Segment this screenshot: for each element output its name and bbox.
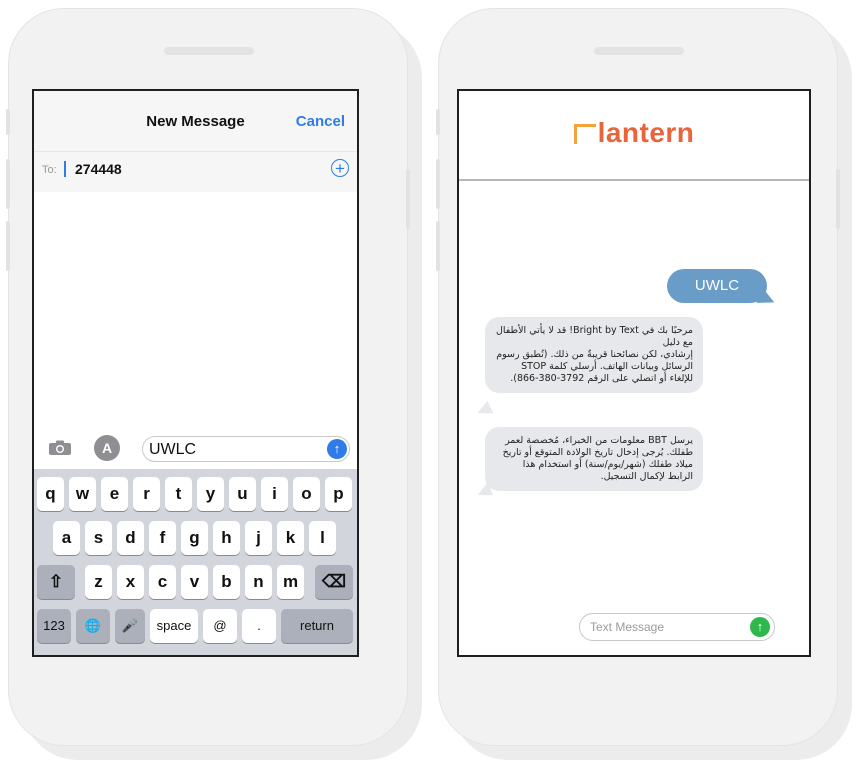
left-screen: New Message Cancel To: 274448 + A UWLC ↑ xyxy=(32,89,359,657)
cancel-button[interactable]: Cancel xyxy=(296,113,345,130)
key-q[interactable]: q xyxy=(37,477,64,511)
at-key[interactable]: @ xyxy=(203,609,237,643)
key-t[interactable]: t xyxy=(165,477,192,511)
lantern-logo: lantern xyxy=(459,117,809,149)
volume-down-button xyxy=(6,221,10,271)
send-arrow-icon[interactable]: ↑ xyxy=(750,617,770,637)
key-f[interactable]: f xyxy=(149,521,176,555)
received-bubble-tail xyxy=(474,400,494,420)
message-line: يرسل BBT معلومات من الخبراء، مُخصصة لعمر… xyxy=(502,435,693,482)
period-key[interactable]: . xyxy=(242,609,276,643)
key-h[interactable]: h xyxy=(213,521,240,555)
mute-switch xyxy=(436,109,440,135)
power-button xyxy=(836,169,840,229)
key-v[interactable]: v xyxy=(181,565,208,599)
numbers-key[interactable]: 123 xyxy=(37,609,71,643)
composer-placeholder: Text Message xyxy=(590,620,665,634)
app-store-icon[interactable]: A xyxy=(94,435,120,461)
key-g[interactable]: g xyxy=(181,521,208,555)
recipient-row[interactable]: To: 274448 + xyxy=(34,151,357,192)
key-w[interactable]: w xyxy=(69,477,96,511)
navigation-bar: New Message Cancel xyxy=(34,91,357,151)
message-input[interactable]: UWLC ↑ xyxy=(142,436,350,462)
speaker-grille xyxy=(164,47,254,55)
camera-icon[interactable] xyxy=(48,440,72,456)
volume-down-button xyxy=(436,221,440,271)
text-cursor xyxy=(64,161,66,177)
sent-message-bubble: UWLC xyxy=(667,269,767,303)
lantern-logo-mark-icon xyxy=(573,124,596,144)
key-u[interactable]: u xyxy=(229,477,256,511)
recipient-field[interactable]: 274448 xyxy=(75,161,122,177)
key-s[interactable]: s xyxy=(85,521,112,555)
keyboard: q w e r t y u i o p a s d f g h j k l ⇧ … xyxy=(34,469,357,655)
key-a[interactable]: a xyxy=(53,521,80,555)
key-k[interactable]: k xyxy=(277,521,304,555)
microphone-icon[interactable]: 🎤 xyxy=(115,609,145,643)
app-header: lantern xyxy=(459,91,809,181)
space-key[interactable]: space xyxy=(150,609,198,643)
speaker-grille xyxy=(594,47,684,55)
key-y[interactable]: y xyxy=(197,477,224,511)
volume-up-button xyxy=(6,159,10,209)
add-contact-icon[interactable]: + xyxy=(331,159,349,177)
key-b[interactable]: b xyxy=(213,565,240,599)
right-phone: lantern UWLC مرحبًا بك في Bright by Text… xyxy=(436,8,840,746)
left-phone: New Message Cancel To: 274448 + A UWLC ↑ xyxy=(6,8,410,746)
shift-key[interactable]: ⇧ xyxy=(37,565,75,599)
key-e[interactable]: e xyxy=(101,477,128,511)
key-r[interactable]: r xyxy=(133,477,160,511)
message-input-row: A UWLC ↑ xyxy=(34,435,357,463)
message-line: إرشادي، لكن نصائحنا قريبةٌ من ذلك. (تُطب… xyxy=(496,349,693,384)
globe-icon[interactable]: 🌐 xyxy=(76,609,110,643)
key-m[interactable]: m xyxy=(277,565,304,599)
message-line: مرحبًا بك في Bright by Text! قد لا يأتي … xyxy=(495,325,693,348)
mute-switch xyxy=(6,109,10,135)
volume-up-button xyxy=(436,159,440,209)
key-x[interactable]: x xyxy=(117,565,144,599)
received-message-bubble: مرحبًا بك في Bright by Text! قد لا يأتي … xyxy=(485,317,703,393)
key-z[interactable]: z xyxy=(85,565,112,599)
key-p[interactable]: p xyxy=(325,477,352,511)
send-arrow-icon[interactable]: ↑ xyxy=(327,439,347,459)
key-o[interactable]: o xyxy=(293,477,320,511)
text-message-input[interactable]: Text Message ↑ xyxy=(579,613,775,641)
key-j[interactable]: j xyxy=(245,521,272,555)
delete-key[interactable]: ⌫ xyxy=(315,565,353,599)
logo-text: lantern xyxy=(597,117,695,148)
to-label: To: xyxy=(42,164,57,176)
key-d[interactable]: d xyxy=(117,521,144,555)
right-screen: lantern UWLC مرحبًا بك في Bright by Text… xyxy=(457,89,811,657)
key-c[interactable]: c xyxy=(149,565,176,599)
key-i[interactable]: i xyxy=(261,477,288,511)
power-button xyxy=(406,169,410,229)
key-l[interactable]: l xyxy=(309,521,336,555)
received-message-bubble: يرسل BBT معلومات من الخبراء، مُخصصة لعمر… xyxy=(485,427,703,491)
message-input-value: UWLC xyxy=(149,441,197,458)
return-key[interactable]: return xyxy=(281,609,353,643)
key-n[interactable]: n xyxy=(245,565,272,599)
